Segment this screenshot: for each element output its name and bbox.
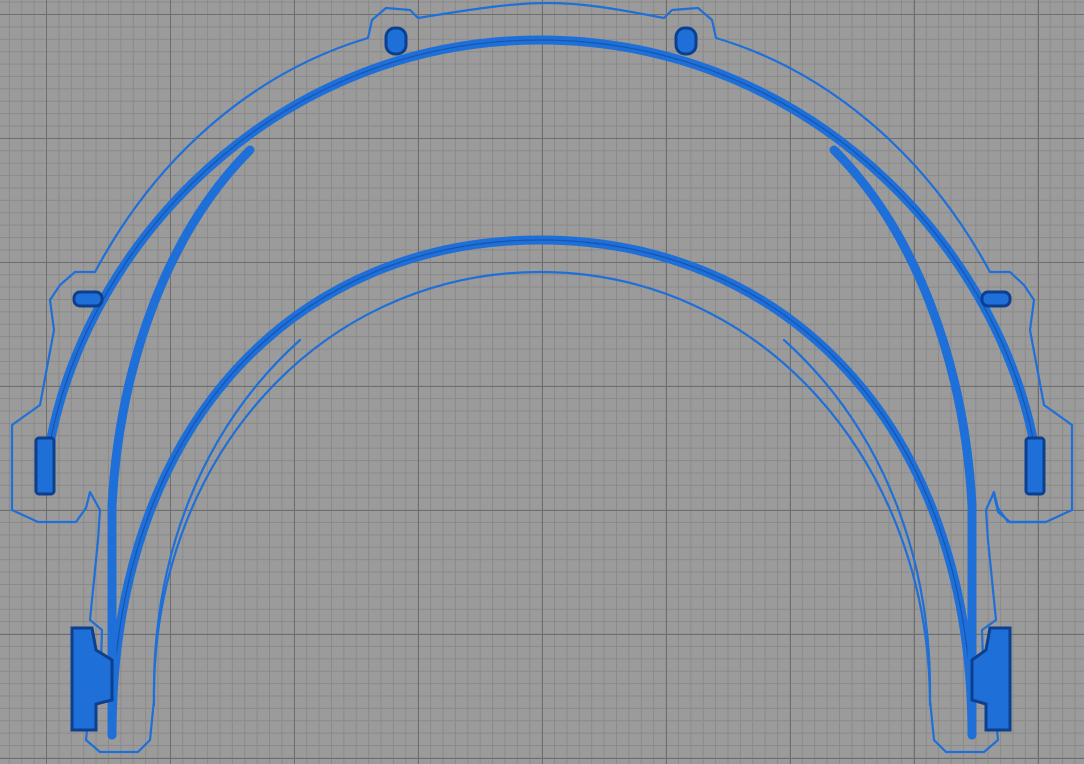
inner-band-arc-edge xyxy=(111,239,973,736)
left-band-end xyxy=(34,436,56,496)
right-side-peg xyxy=(980,290,1012,308)
build-plate-viewport[interactable] xyxy=(0,0,1084,764)
top-left-peg xyxy=(384,26,408,56)
right-clip xyxy=(970,626,1012,732)
left-clip xyxy=(70,626,114,732)
top-right-peg xyxy=(674,26,698,56)
inner-band-arc xyxy=(107,235,977,740)
right-band-end xyxy=(1024,436,1046,496)
toolpath-preview[interactable] xyxy=(0,0,1084,764)
left-side-peg xyxy=(72,290,104,308)
